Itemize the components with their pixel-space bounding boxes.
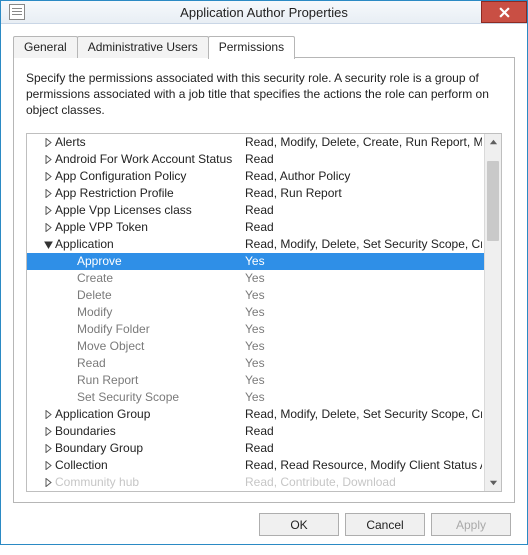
permission-value: Yes (245, 271, 482, 285)
permission-name: Move Object (77, 339, 245, 353)
permission-value: Yes (245, 339, 482, 353)
object-class-row[interactable]: Boundary GroupRead (27, 440, 484, 457)
chevron-right-icon[interactable] (41, 172, 55, 181)
object-class-row[interactable]: ApplicationRead, Modify, Delete, Set Sec… (27, 236, 484, 253)
permission-name: Set Security Scope (77, 390, 245, 404)
dialog-window: Application Author Properties GeneralAdm… (0, 0, 528, 545)
object-class-row[interactable]: Community hubRead, Contribute, Download (27, 474, 484, 491)
chevron-right-icon[interactable] (41, 155, 55, 164)
permission-row[interactable]: CreateYes (27, 270, 484, 287)
permission-row[interactable]: ReadYes (27, 355, 484, 372)
object-class-name: Alerts (55, 135, 245, 149)
permission-value: Read (245, 152, 482, 166)
object-class-name: Apple VPP Token (55, 220, 245, 234)
permission-name: Modify Folder (77, 322, 245, 336)
permission-value: Read (245, 424, 482, 438)
permission-value: Read, Author Policy (245, 169, 482, 183)
permission-name: Modify (77, 305, 245, 319)
tab-panel-permissions: Specify the permissions associated with … (13, 58, 515, 503)
scroll-thumb[interactable] (487, 161, 499, 241)
permissions-tree: AlertsRead, Modify, Delete, Create, Run … (26, 133, 502, 492)
scroll-down-button[interactable] (485, 474, 501, 491)
permission-value: Yes (245, 373, 482, 387)
object-class-name: Apple Vpp Licenses class (55, 203, 245, 217)
object-class-name: Application Group (55, 407, 245, 421)
permission-row[interactable]: ApproveYes (27, 253, 484, 270)
chevron-right-icon[interactable] (41, 138, 55, 147)
permission-value: Read, Run Report (245, 186, 482, 200)
close-button[interactable] (481, 1, 527, 23)
chevron-right-icon[interactable] (41, 478, 55, 487)
object-class-row[interactable]: App Restriction ProfileRead, Run Report (27, 185, 484, 202)
window-title: Application Author Properties (1, 5, 527, 20)
object-class-name: App Restriction Profile (55, 186, 245, 200)
description-text: Specify the permissions associated with … (26, 70, 502, 119)
object-class-row[interactable]: Android For Work Account StatusRead (27, 151, 484, 168)
client-area: GeneralAdministrative UsersPermissions S… (1, 24, 527, 555)
permission-value: Yes (245, 390, 482, 404)
cancel-button[interactable]: Cancel (345, 513, 425, 536)
permission-value: Read (245, 220, 482, 234)
permission-value: Yes (245, 288, 482, 302)
permission-value: Yes (245, 322, 482, 336)
permission-name: Create (77, 271, 245, 285)
object-class-name: App Configuration Policy (55, 169, 245, 183)
close-icon (499, 7, 510, 18)
permission-value: Yes (245, 254, 482, 268)
ok-button[interactable]: OK (259, 513, 339, 536)
tab-general[interactable]: General (13, 36, 78, 58)
object-class-row[interactable]: BoundariesRead (27, 423, 484, 440)
chevron-right-icon[interactable] (41, 461, 55, 470)
chevron-right-icon[interactable] (41, 206, 55, 215)
object-class-name: Community hub (55, 475, 245, 489)
object-class-row[interactable]: AlertsRead, Modify, Delete, Create, Run … (27, 134, 484, 151)
object-class-row[interactable]: Apple Vpp Licenses classRead (27, 202, 484, 219)
tab-administrative-users[interactable]: Administrative Users (77, 36, 209, 58)
permission-value: Read, Read Resource, Modify Client Statu… (245, 458, 482, 472)
tabstrip: GeneralAdministrative UsersPermissions (13, 34, 515, 58)
button-bar: OK Cancel Apply (13, 503, 515, 547)
permission-name: Delete (77, 288, 245, 302)
chevron-down-icon[interactable] (41, 240, 55, 249)
permission-row[interactable]: Move ObjectYes (27, 338, 484, 355)
object-class-name: Boundaries (55, 424, 245, 438)
object-class-row[interactable]: Apple VPP TokenRead (27, 219, 484, 236)
chevron-right-icon[interactable] (41, 427, 55, 436)
scroll-track[interactable] (485, 151, 501, 474)
permission-row[interactable]: Modify FolderYes (27, 321, 484, 338)
permission-value: Read, Modify, Delete, Set Security Scope… (245, 237, 482, 251)
permission-value: Read, Modify, Delete, Set Security Scope… (245, 407, 482, 421)
permission-value: Read, Contribute, Download (245, 475, 482, 489)
permission-value: Read (245, 441, 482, 455)
permission-value: Read (245, 203, 482, 217)
vertical-scrollbar[interactable] (484, 134, 501, 491)
chevron-right-icon[interactable] (41, 444, 55, 453)
apply-button: Apply (431, 513, 511, 536)
tab-permissions[interactable]: Permissions (208, 36, 295, 59)
permission-value: Read, Modify, Delete, Create, Run Report… (245, 135, 482, 149)
object-class-name: Collection (55, 458, 245, 472)
object-class-row[interactable]: Application GroupRead, Modify, Delete, S… (27, 406, 484, 423)
object-class-name: Android For Work Account Status (55, 152, 245, 166)
permission-name: Run Report (77, 373, 245, 387)
object-class-name: Boundary Group (55, 441, 245, 455)
permission-value: Yes (245, 305, 482, 319)
permission-row[interactable]: Run ReportYes (27, 372, 484, 389)
chevron-right-icon[interactable] (41, 410, 55, 419)
object-class-name: Application (55, 237, 245, 251)
permission-value: Yes (245, 356, 482, 370)
permission-row[interactable]: DeleteYes (27, 287, 484, 304)
object-class-row[interactable]: App Configuration PolicyRead, Author Pol… (27, 168, 484, 185)
scroll-up-button[interactable] (485, 134, 501, 151)
permission-name: Approve (77, 254, 245, 268)
permission-name: Read (77, 356, 245, 370)
app-icon (9, 4, 25, 20)
chevron-right-icon[interactable] (41, 189, 55, 198)
permission-row[interactable]: Set Security ScopeYes (27, 389, 484, 406)
object-class-row[interactable]: CollectionRead, Read Resource, Modify Cl… (27, 457, 484, 474)
titlebar[interactable]: Application Author Properties (1, 1, 527, 24)
chevron-right-icon[interactable] (41, 223, 55, 232)
permission-row[interactable]: ModifyYes (27, 304, 484, 321)
